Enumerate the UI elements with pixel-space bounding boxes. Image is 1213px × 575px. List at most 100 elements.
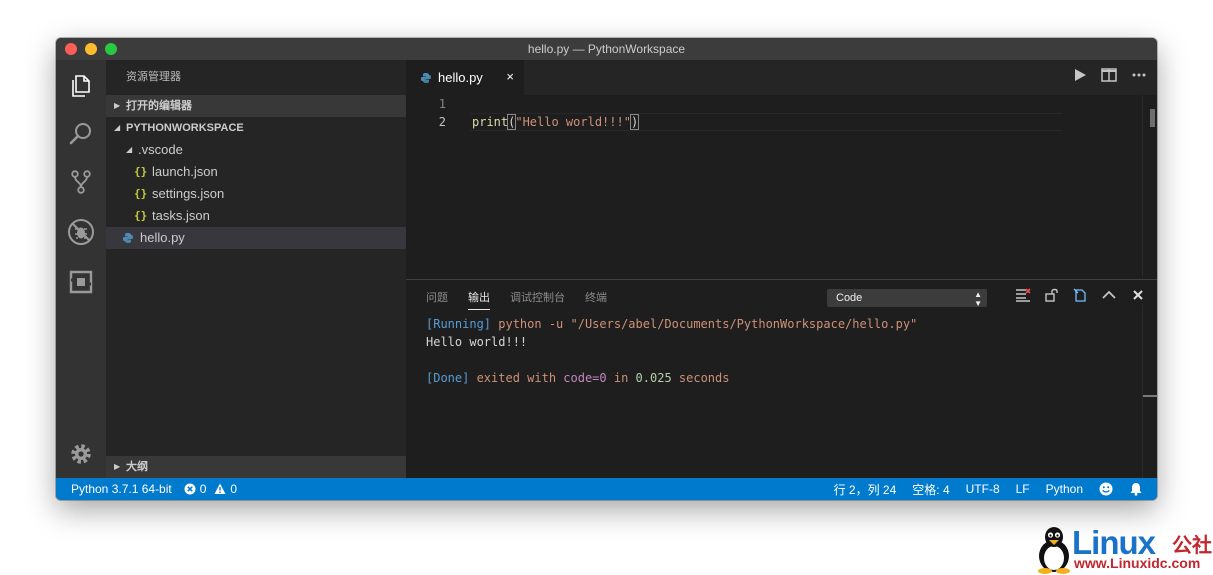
problems-count[interactable]: 0 0 (184, 482, 237, 496)
source-control-icon (71, 170, 91, 194)
warning-icon (214, 483, 226, 494)
file-launch-json[interactable]: {} launch.json (106, 161, 406, 183)
debug-button[interactable] (56, 208, 106, 256)
folder-vscode[interactable]: ◢ .vscode (106, 139, 406, 161)
editor-area: hello.py × 1 2 print("Hello world!!!") 问… (406, 60, 1157, 478)
code-editor[interactable]: 1 2 print("Hello world!!!") (406, 95, 1157, 277)
output-channel-select[interactable]: Code ▲ ▼ (827, 289, 987, 308)
code-string: "Hello world!!!" (515, 115, 631, 129)
json-file-icon: {} (134, 209, 148, 222)
done-text: seconds (671, 371, 730, 385)
file-label: launch.json (152, 164, 218, 179)
sidebar-title: 资源管理器 (126, 71, 181, 83)
activity-bar (56, 60, 106, 478)
output-channel-value: Code (836, 292, 863, 304)
language-mode[interactable]: Python (1046, 482, 1083, 496)
indentation[interactable]: 空格: 4 (912, 481, 949, 498)
chevron-down-icon: ◢ (126, 145, 133, 154)
json-file-icon: {} (134, 165, 148, 178)
chevron-down-icon: ◢ (114, 123, 121, 132)
feedback-smiley-icon[interactable] (1099, 482, 1113, 496)
window-title: hello.py — PythonWorkspace (527, 42, 686, 56)
tab-output[interactable]: 输出 (468, 289, 490, 310)
debug-icon (68, 219, 94, 245)
cursor-position[interactable]: 行 2，列 24 (834, 481, 897, 498)
panel-scroll-marker (1143, 395, 1157, 397)
file-settings-json[interactable]: {} settings.json (106, 183, 406, 205)
select-arrows-icon: ▲ ▼ (974, 290, 982, 308)
explorer-button[interactable] (56, 62, 106, 110)
code-line: 2 print("Hello world!!!") (406, 113, 1157, 131)
source-control-button[interactable] (56, 158, 106, 206)
file-label: settings.json (152, 186, 225, 201)
output-line-running: [Running] python -u "/Users/abel/Documen… (426, 315, 917, 333)
extensions-button[interactable] (56, 258, 106, 306)
code-paren-close: ) (629, 114, 640, 130)
minimize-window-button[interactable] (85, 43, 97, 55)
line-number: 2 (438, 115, 446, 129)
running-command: python -u "/Users/abel/Documents/PythonW… (491, 317, 918, 331)
clear-output-icon[interactable] (1015, 288, 1031, 302)
json-file-icon: {} (134, 187, 148, 200)
manage-button[interactable] (56, 430, 106, 478)
file-hello-py[interactable]: hello.py (106, 227, 406, 249)
notifications-bell-icon[interactable] (1129, 482, 1143, 496)
vscode-window: hello.py — PythonWorkspace 资源管理器 ▶ 打开的编辑… (56, 38, 1157, 500)
tab-debug-console[interactable]: 调试控制台 (510, 289, 565, 310)
file-label: tasks.json (152, 208, 210, 223)
title-bar: hello.py — PythonWorkspace (56, 38, 1157, 60)
outline-section[interactable]: ▶ 大纲 (106, 456, 406, 478)
status-left: Python 3.7.1 64-bit 0 0 (71, 478, 237, 500)
watermark-cn: 公社 (1172, 535, 1212, 557)
close-window-button[interactable] (65, 43, 77, 55)
tab-problems[interactable]: 问题 (426, 289, 448, 310)
editor-scroll-thumb[interactable] (1150, 109, 1155, 127)
output-line-done: [Done] exited with code=0 in 0.025 secon… (426, 369, 917, 387)
workspace-label: PYTHONWORKSPACE (126, 122, 244, 134)
run-icon[interactable] (1073, 68, 1087, 82)
end-of-line[interactable]: LF (1016, 482, 1030, 496)
window-controls (65, 43, 117, 55)
files-icon (72, 75, 90, 97)
bottom-panel: 问题 输出 调试控制台 终端 Code ▲ ▼ [Running] python… (406, 279, 1157, 478)
linuxidc-watermark: Linux 公社 www.Linuxidc.com (1032, 522, 1212, 574)
gear-icon (71, 444, 91, 464)
more-actions-icon[interactable] (1131, 68, 1147, 82)
open-editors-section[interactable]: ▶ 打开的编辑器 (106, 95, 406, 117)
output-content[interactable]: [Running] python -u "/Users/abel/Documen… (426, 315, 917, 387)
output-line-blank (426, 351, 917, 369)
encoding[interactable]: UTF-8 (966, 482, 1000, 496)
open-log-file-icon[interactable] (1073, 288, 1087, 302)
panel-tabs: 问题 输出 调试控制台 终端 (426, 289, 607, 310)
tab-terminal[interactable]: 终端 (585, 289, 607, 310)
search-icon (69, 123, 91, 145)
done-tag: [Done] (426, 371, 470, 385)
maximize-panel-icon[interactable] (1101, 288, 1117, 302)
warning-count: 0 (230, 482, 238, 496)
lock-scroll-icon[interactable] (1045, 288, 1059, 302)
panel-scrollbar[interactable] (1142, 305, 1157, 478)
zoom-window-button[interactable] (105, 43, 117, 55)
chevron-right-icon: ▶ (114, 462, 121, 471)
file-tasks-json[interactable]: {} tasks.json (106, 205, 406, 227)
done-text: exited with (469, 371, 564, 385)
python-interpreter[interactable]: Python 3.7.1 64-bit (71, 482, 172, 496)
workspace-section[interactable]: ◢ PYTHONWORKSPACE (106, 117, 406, 139)
line-number: 1 (438, 97, 446, 111)
split-editor-icon[interactable] (1101, 68, 1117, 82)
close-tab-icon[interactable]: × (506, 69, 514, 84)
search-button[interactable] (56, 110, 106, 158)
editor-scrollbar[interactable] (1142, 95, 1157, 277)
open-editors-label: 打开的编辑器 (126, 100, 192, 112)
outline-label: 大纲 (126, 461, 148, 473)
panel-actions (1015, 288, 1145, 302)
code-line: 1 (406, 95, 1157, 113)
tab-bar: hello.py × (406, 60, 1157, 95)
file-label: hello.py (140, 230, 185, 245)
close-panel-icon[interactable] (1131, 288, 1145, 302)
tab-hello-py[interactable]: hello.py × (406, 60, 524, 95)
elapsed-time: 0.025 (635, 371, 672, 385)
python-file-icon (123, 233, 133, 243)
extensions-icon (69, 270, 93, 294)
error-count: 0 (199, 482, 207, 496)
